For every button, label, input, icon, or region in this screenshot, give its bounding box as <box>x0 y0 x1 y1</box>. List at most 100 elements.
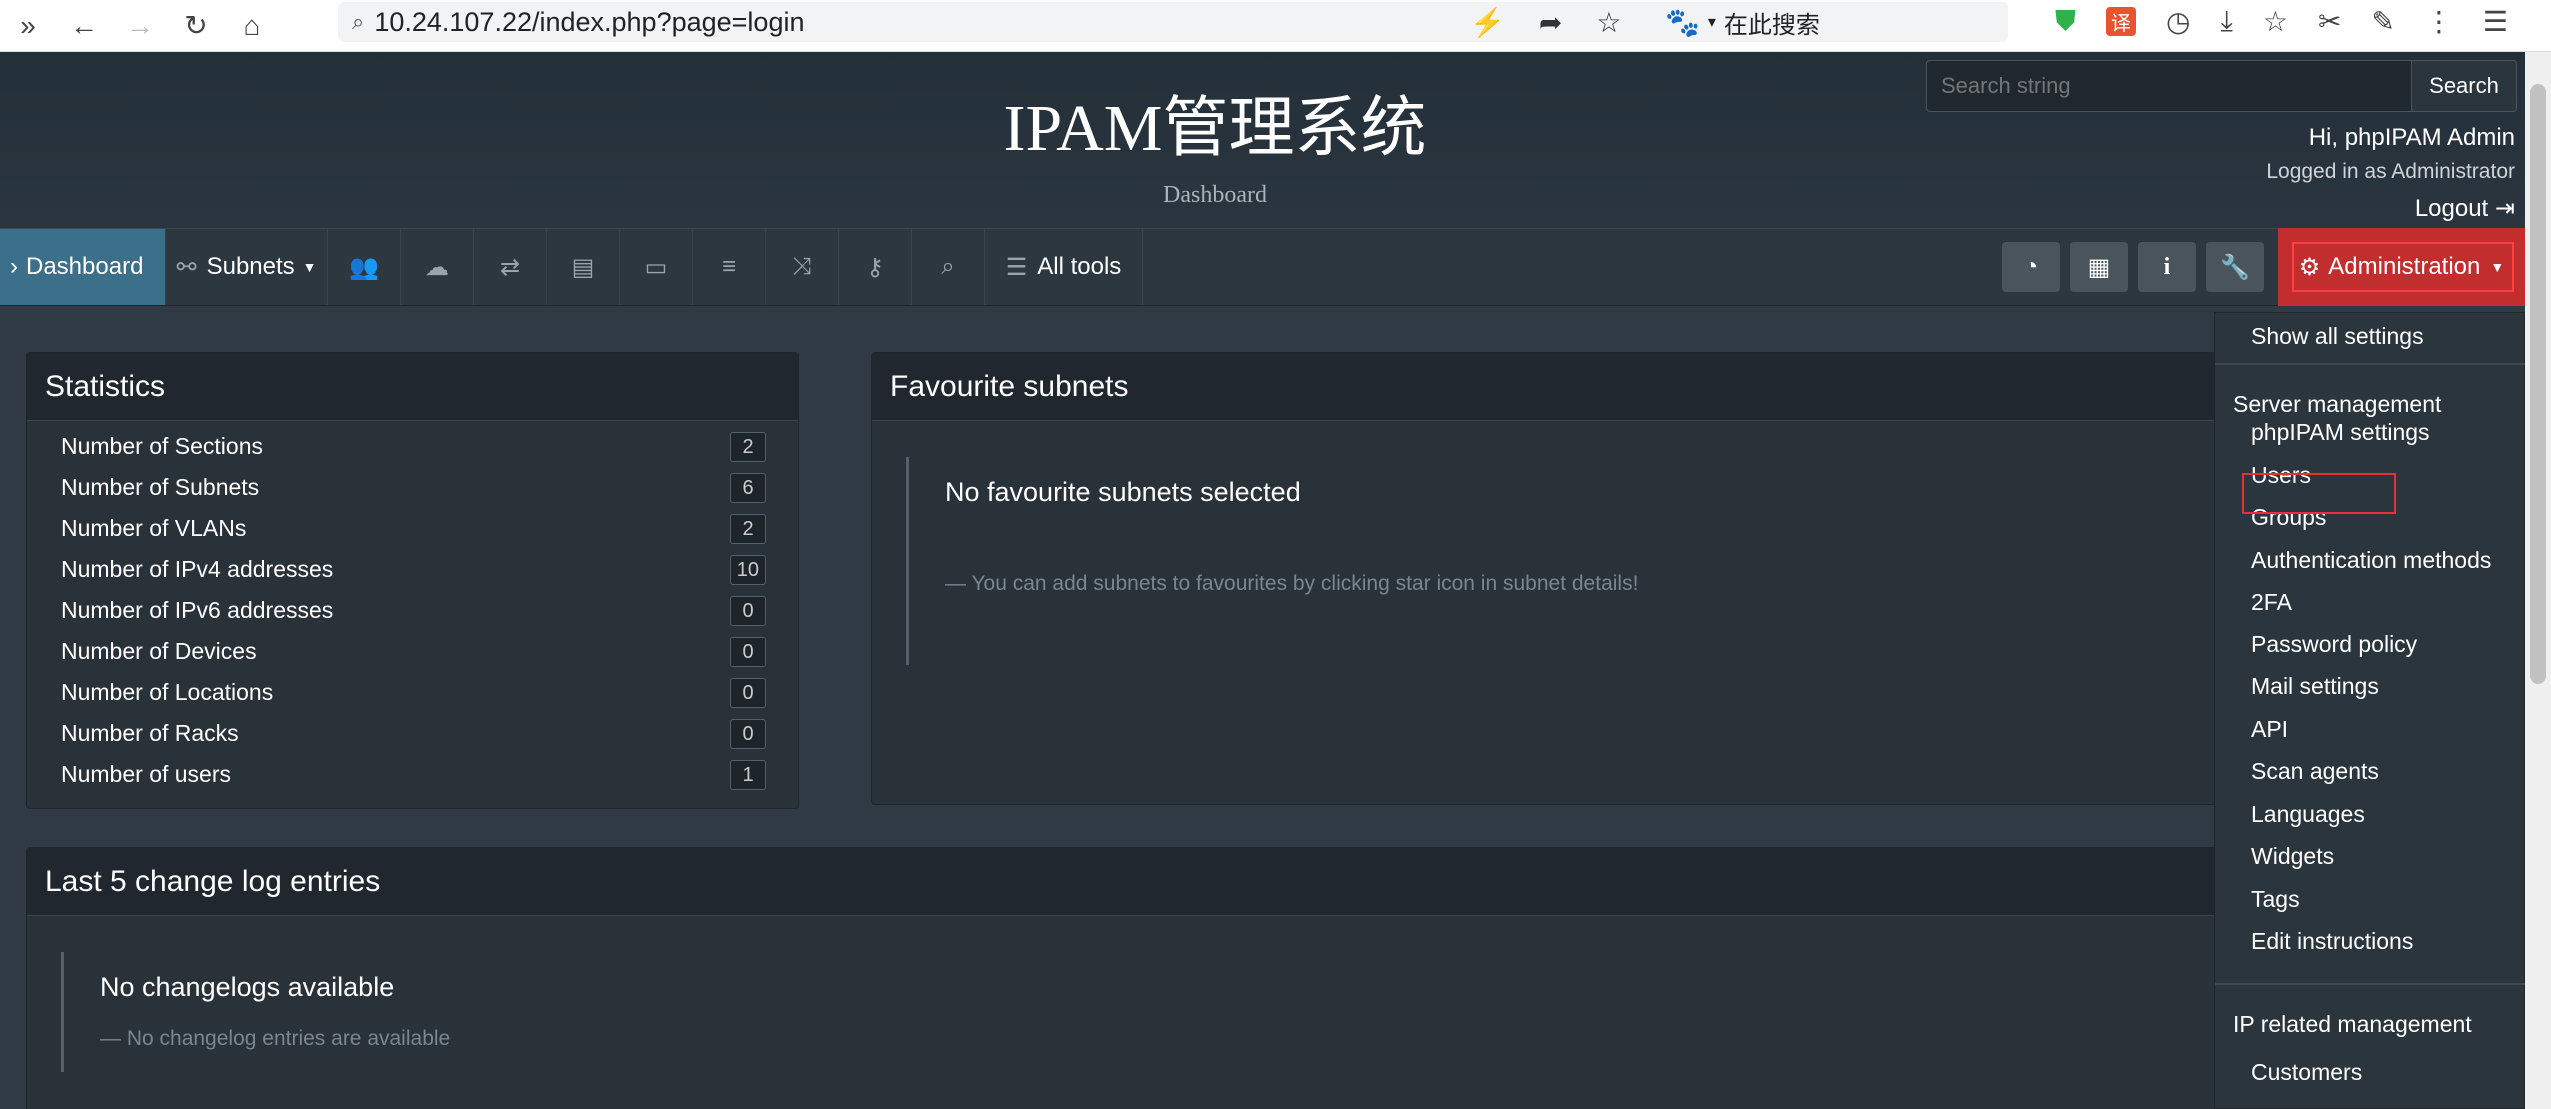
search-icon: ⌕ <box>352 9 365 34</box>
menu-item-authentication-methods[interactable]: Authentication methods <box>2251 547 2491 574</box>
menu-item-edit-instructions[interactable]: Edit instructions <box>2251 928 2413 955</box>
translate-icon[interactable]: 译 <box>2106 6 2137 36</box>
scissors-icon[interactable]: ✂ <box>2318 5 2341 38</box>
stat-count-badge: 1 <box>730 759 766 790</box>
search-input[interactable] <box>1926 60 2412 112</box>
info-button[interactable]: i <box>2138 242 2196 292</box>
nav-key-icon[interactable]: ⚷ <box>839 229 912 305</box>
forward-icon[interactable]: → <box>112 0 168 52</box>
logout-link[interactable]: Logout ⇥ <box>2266 194 2515 223</box>
administration-dropdown: Show all settings Server management phpI… <box>2214 312 2526 1109</box>
changelog-panel: Last 5 change log entries No changelogs … <box>26 847 2226 1109</box>
share-icon[interactable]: ➦ <box>1539 6 1562 39</box>
download-icon[interactable]: ⤓ <box>2220 5 2232 38</box>
stat-row: Number of Devices 0 <box>27 631 798 672</box>
menu-item-phpipam-settings[interactable]: phpIPAM settings <box>2251 419 2430 446</box>
nav-dashboard[interactable]: › Dashboard <box>0 229 166 305</box>
dashboard-gauge-button[interactable]: ◔ <box>2002 242 2060 292</box>
favourites-empty-notice: No favourite subnets selected — You can … <box>906 457 2156 665</box>
stat-count-badge: 10 <box>729 554 766 585</box>
logout-label: Logout <box>2414 195 2489 222</box>
statistics-title: Statistics <box>27 353 798 421</box>
info-icon: i <box>2163 253 2171 280</box>
nav-subnets-label: Subnets <box>206 253 295 280</box>
lightning-icon[interactable]: ⚡ <box>1470 6 1505 39</box>
star-icon[interactable]: ☆ <box>1596 6 1621 39</box>
administration-menu-button[interactable]: ⚙ Administration ▼ <box>2278 228 2525 306</box>
highlight-box <box>2292 242 2514 292</box>
favourite-subnets-panel: Favourite subnets No favourite subnets s… <box>871 352 2216 805</box>
url-text: 10.24.107.22/index.php?page=login <box>374 6 805 37</box>
menu-icon[interactable]: ☰ <box>2483 5 2508 38</box>
nav-cloud-icon[interactable]: ☁ <box>401 229 474 305</box>
stat-label: Number of Devices <box>61 638 257 664</box>
favourite-subnets-title: Favourite subnets <box>872 353 2215 421</box>
stat-count-badge: 0 <box>730 677 766 708</box>
users-highlight-box <box>2242 473 2396 514</box>
stat-row: Number of Sections 2 <box>27 426 798 467</box>
menu-item-customers[interactable]: Customers <box>2251 1059 2362 1086</box>
nav-subnets[interactable]: ⚯ Subnets ▼ <box>166 229 328 305</box>
app-header: IPAM管理系统 Dashboard Search Hi, phpIPAM Ad… <box>0 52 2525 228</box>
nav-search-icon[interactable]: ⌕ <box>912 229 985 305</box>
menu-show-all-settings[interactable]: Show all settings <box>2251 323 2424 350</box>
stat-label: Number of users <box>61 761 232 787</box>
navbar-right: ◔ ▦ i 🔧 ⚙ Administration ▼ <box>2002 228 2525 306</box>
favourites-empty-title: No favourite subnets selected <box>945 477 1301 507</box>
more-icon[interactable]: ⋮ <box>2425 5 2453 38</box>
user-greeting: Hi, phpIPAM Admin <box>2308 124 2515 151</box>
baidu-paw-icon: 🐾 <box>1665 6 1700 38</box>
back-icon[interactable]: ← <box>56 0 112 52</box>
user-info: Hi, phpIPAM Admin Logged in as Administr… <box>2266 124 2515 223</box>
nav-users-icon[interactable]: 👥 <box>328 229 401 305</box>
nav-desktop-icon[interactable]: ▭ <box>620 229 693 305</box>
reload-icon[interactable]: ↻ <box>168 0 224 52</box>
changelog-empty-title: No changelogs available <box>100 972 395 1002</box>
menu-item-languages[interactable]: Languages <box>2251 801 2365 828</box>
search-engine[interactable]: 🐾 ▾ 在此搜索 <box>1665 2 1820 42</box>
scrollbar-thumb[interactable] <box>2530 84 2546 684</box>
changelog-title: Last 5 change log entries <box>27 848 2225 916</box>
stat-count-badge: 0 <box>730 636 766 667</box>
logout-icon: ⇥ <box>2494 195 2515 222</box>
menu-item-widgets[interactable]: Widgets <box>2251 843 2334 870</box>
nav-list-icon[interactable]: ≡ <box>693 229 766 305</box>
tools-button[interactable]: 🔧 <box>2206 242 2264 292</box>
page-scrollbar[interactable] <box>2525 52 2551 1109</box>
main-navbar: › Dashboard ⚯ Subnets ▼ 👥 ☁ ⇄ ▤ ▭ ≡ ⤨ ⚷ ⌕ ☰… <box>0 228 2525 306</box>
sidebar-toggle-icon[interactable]: » <box>0 0 56 52</box>
menu-divider <box>2215 983 2526 985</box>
search-button[interactable]: Search <box>2412 60 2517 112</box>
shield-icon[interactable]: ⛊ <box>2055 5 2076 38</box>
nav-random-icon[interactable]: ⤨ <box>766 229 839 305</box>
menu-item-mail-settings[interactable]: Mail settings <box>2251 673 2379 700</box>
stat-label: Number of VLANs <box>61 515 247 541</box>
nav-map-icon[interactable]: ▤ <box>547 229 620 305</box>
logged-in-as: Logged in as Administrator <box>2266 160 2515 183</box>
nav-exchange-icon[interactable]: ⇄ <box>474 229 547 305</box>
pen-icon[interactable]: ✎ <box>2371 5 2394 38</box>
extension-icons: ⛊ 译 ◷ ⤓ ☆ ✂ ✎ ⋮ ☰ <box>2055 0 2508 42</box>
home-icon[interactable]: ⌂ <box>224 0 280 52</box>
menu-item-2fa[interactable]: 2FA <box>2251 589 2292 616</box>
list-icon: ☰ <box>1005 253 1028 281</box>
stat-row: Number of Locations 0 <box>27 672 798 713</box>
menu-item-scan-agents[interactable]: Scan agents <box>2251 758 2379 785</box>
stat-label: Number of Racks <box>61 720 239 746</box>
stat-label: Number of IPv4 addresses <box>61 556 334 582</box>
widgets-button[interactable]: ▦ <box>2070 242 2128 292</box>
menu-item-tags[interactable]: Tags <box>2251 886 2300 913</box>
stat-count-badge: 6 <box>730 472 766 503</box>
page-subtitle: Dashboard <box>1163 182 1267 208</box>
nav-all-tools[interactable]: ☰ All tools <box>985 229 1143 305</box>
favorites-icon[interactable]: ☆ <box>2263 5 2288 38</box>
th-large-icon: ▦ <box>2087 253 2111 281</box>
stat-label: Number of IPv6 addresses <box>61 597 334 623</box>
stat-row: Number of IPv4 addresses 10 <box>27 549 798 590</box>
menu-item-api[interactable]: API <box>2251 716 2288 743</box>
stat-row: Number of IPv6 addresses 0 <box>27 590 798 631</box>
wrench-icon: 🔧 <box>2220 253 2250 281</box>
menu-item-password-policy[interactable]: Password policy <box>2251 631 2417 658</box>
history-icon[interactable]: ◷ <box>2166 5 2190 38</box>
stat-row: Number of Subnets 6 <box>27 467 798 508</box>
